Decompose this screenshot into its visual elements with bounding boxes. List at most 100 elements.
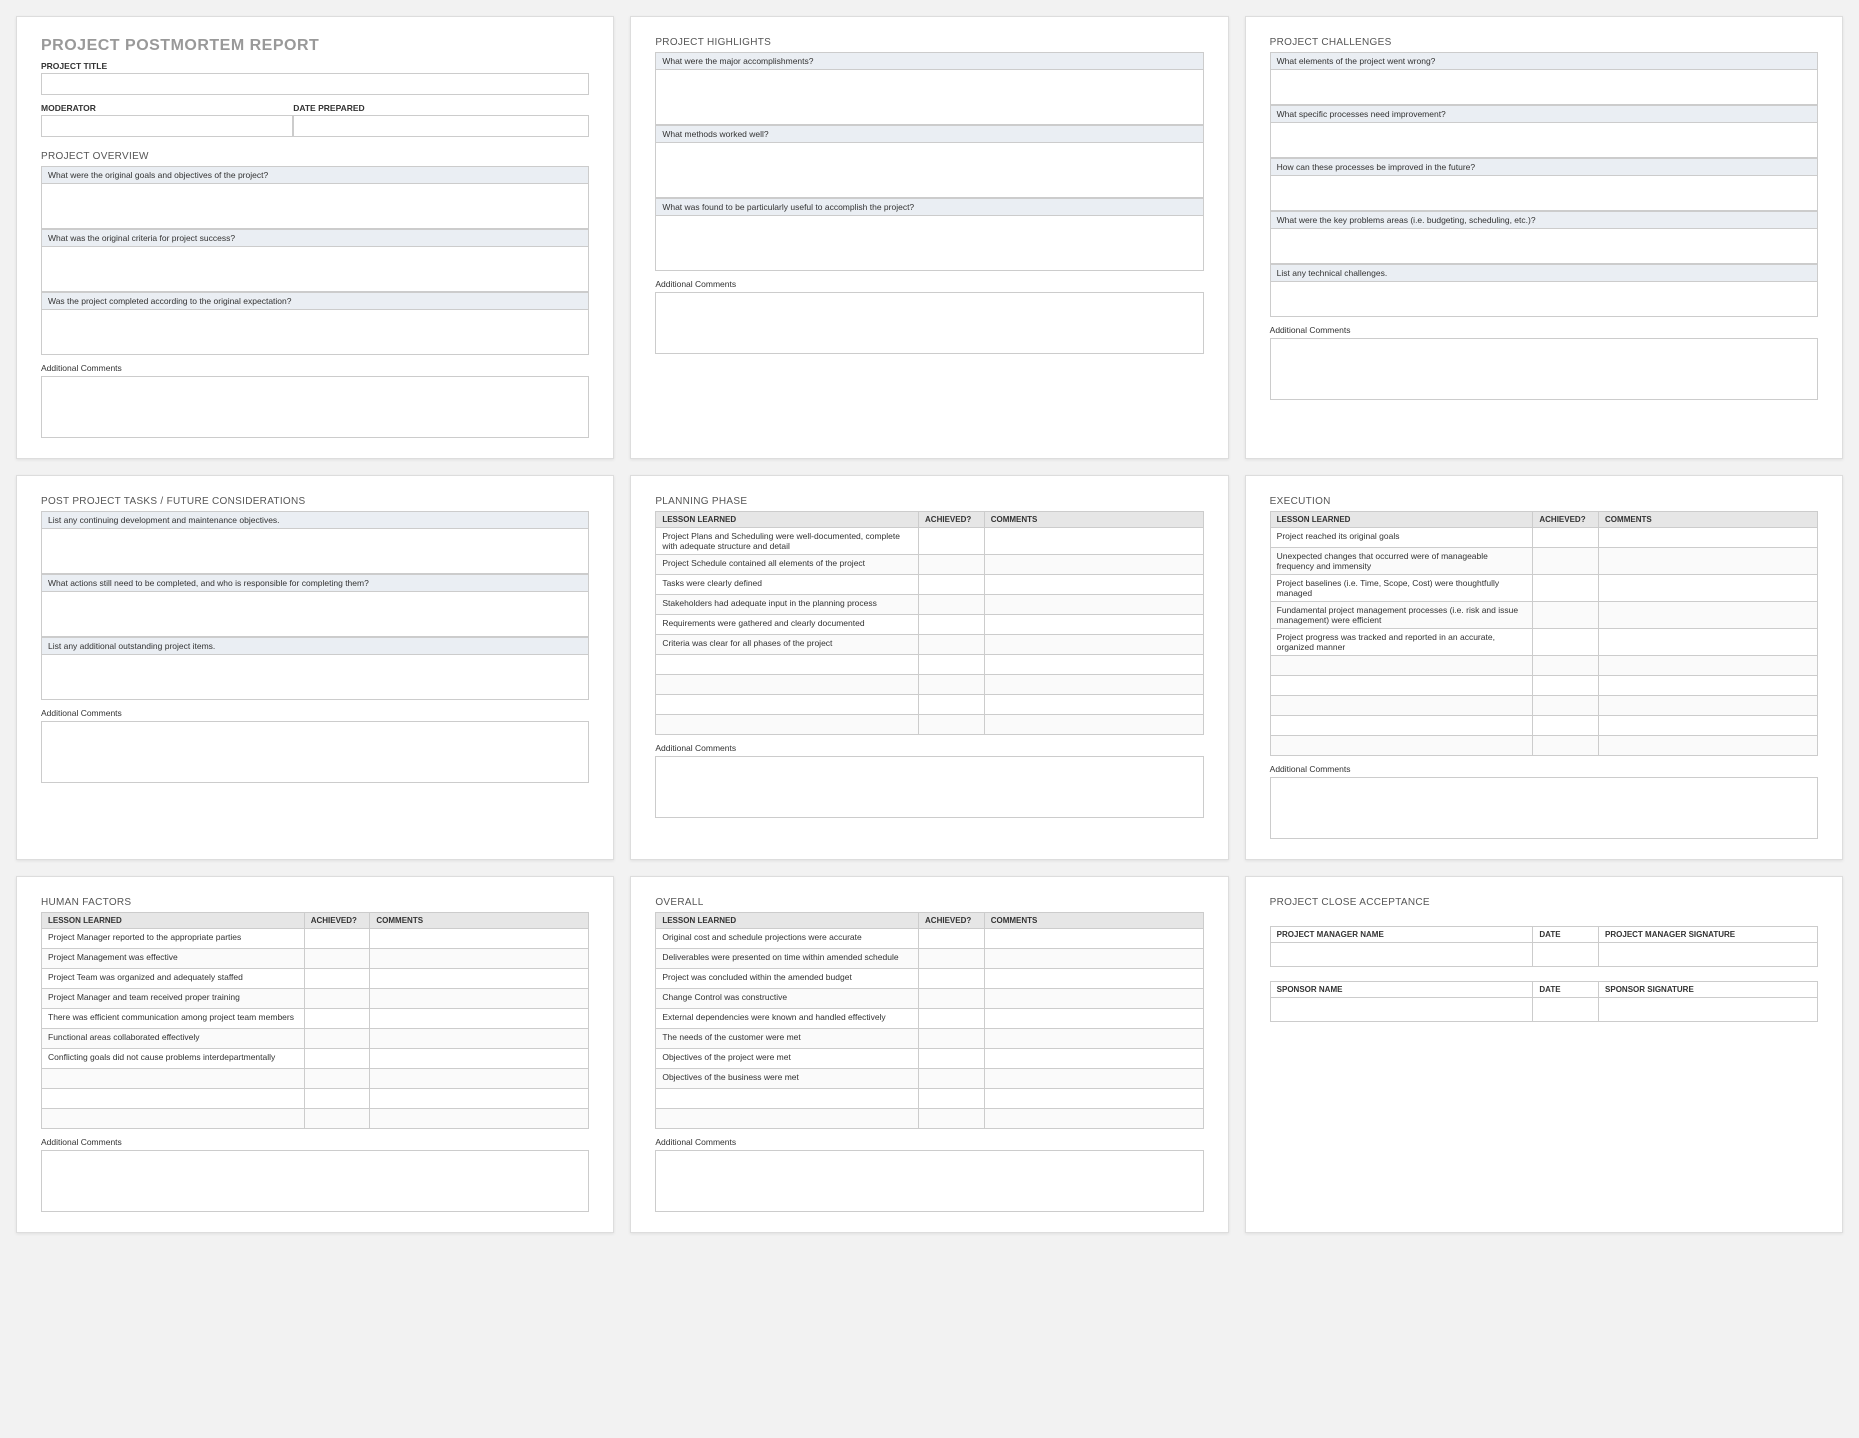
comments-cell[interactable]: [984, 555, 1203, 575]
overall-comments-body[interactable]: [655, 1150, 1203, 1212]
date-prepared-input[interactable]: [293, 115, 589, 137]
comments-cell[interactable]: [1599, 629, 1818, 656]
achieved-cell[interactable]: [1533, 676, 1599, 696]
achieved-cell[interactable]: [919, 1109, 985, 1129]
achieved-cell[interactable]: [1533, 575, 1599, 602]
achieved-cell[interactable]: [1533, 696, 1599, 716]
pm-name-input[interactable]: [1270, 943, 1533, 967]
achieved-cell[interactable]: [919, 989, 985, 1009]
comments-cell[interactable]: [984, 949, 1203, 969]
achieved-cell[interactable]: [919, 969, 985, 989]
comments-cell[interactable]: [984, 989, 1203, 1009]
comments-cell[interactable]: [984, 1049, 1203, 1069]
highlights-q3-body[interactable]: [655, 215, 1203, 271]
comments-cell[interactable]: [984, 929, 1203, 949]
comments-cell[interactable]: [1599, 575, 1818, 602]
execution-comments-body[interactable]: [1270, 777, 1818, 839]
comments-cell[interactable]: [984, 969, 1203, 989]
achieved-cell[interactable]: [919, 555, 985, 575]
postproject-q1-body[interactable]: [41, 528, 589, 574]
postproject-q3-body[interactable]: [41, 654, 589, 700]
comments-cell[interactable]: [370, 1109, 589, 1129]
achieved-cell[interactable]: [919, 635, 985, 655]
comments-cell[interactable]: [1599, 602, 1818, 629]
achieved-cell[interactable]: [1533, 548, 1599, 575]
achieved-cell[interactable]: [304, 929, 370, 949]
comments-cell[interactable]: [1599, 548, 1818, 575]
comments-cell[interactable]: [370, 989, 589, 1009]
achieved-cell[interactable]: [304, 1009, 370, 1029]
achieved-cell[interactable]: [1533, 656, 1599, 676]
comments-cell[interactable]: [370, 969, 589, 989]
comments-cell[interactable]: [370, 1049, 589, 1069]
pm-sig-input[interactable]: [1599, 943, 1818, 967]
achieved-cell[interactable]: [304, 949, 370, 969]
achieved-cell[interactable]: [919, 1069, 985, 1089]
overview-comments-body[interactable]: [41, 376, 589, 438]
achieved-cell[interactable]: [919, 528, 985, 555]
achieved-cell[interactable]: [304, 1049, 370, 1069]
challenges-q3-body[interactable]: [1270, 175, 1818, 211]
overview-q1-body[interactable]: [41, 183, 589, 229]
comments-cell[interactable]: [984, 615, 1203, 635]
comments-cell[interactable]: [984, 1089, 1203, 1109]
overview-q2-body[interactable]: [41, 246, 589, 292]
achieved-cell[interactable]: [919, 715, 985, 735]
achieved-cell[interactable]: [919, 1029, 985, 1049]
achieved-cell[interactable]: [304, 1109, 370, 1129]
postproject-comments-body[interactable]: [41, 721, 589, 783]
achieved-cell[interactable]: [919, 575, 985, 595]
comments-cell[interactable]: [370, 1009, 589, 1029]
achieved-cell[interactable]: [1533, 716, 1599, 736]
comments-cell[interactable]: [984, 1029, 1203, 1049]
comments-cell[interactable]: [984, 575, 1203, 595]
achieved-cell[interactable]: [919, 595, 985, 615]
moderator-input[interactable]: [41, 115, 293, 137]
comments-cell[interactable]: [370, 1029, 589, 1049]
sponsor-date-input[interactable]: [1533, 998, 1599, 1022]
overview-q3-body[interactable]: [41, 309, 589, 355]
comments-cell[interactable]: [370, 929, 589, 949]
comments-cell[interactable]: [1599, 716, 1818, 736]
comments-cell[interactable]: [370, 949, 589, 969]
comments-cell[interactable]: [984, 595, 1203, 615]
achieved-cell[interactable]: [304, 1029, 370, 1049]
comments-cell[interactable]: [984, 635, 1203, 655]
achieved-cell[interactable]: [919, 695, 985, 715]
challenges-comments-body[interactable]: [1270, 338, 1818, 400]
achieved-cell[interactable]: [919, 615, 985, 635]
pm-date-input[interactable]: [1533, 943, 1599, 967]
achieved-cell[interactable]: [304, 969, 370, 989]
comments-cell[interactable]: [1599, 736, 1818, 756]
comments-cell[interactable]: [370, 1069, 589, 1089]
achieved-cell[interactable]: [1533, 602, 1599, 629]
achieved-cell[interactable]: [1533, 736, 1599, 756]
comments-cell[interactable]: [984, 715, 1203, 735]
comments-cell[interactable]: [984, 1009, 1203, 1029]
human-comments-body[interactable]: [41, 1150, 589, 1212]
comments-cell[interactable]: [984, 655, 1203, 675]
achieved-cell[interactable]: [919, 675, 985, 695]
achieved-cell[interactable]: [1533, 629, 1599, 656]
sponsor-name-input[interactable]: [1270, 998, 1533, 1022]
sponsor-sig-input[interactable]: [1599, 998, 1818, 1022]
comments-cell[interactable]: [984, 1109, 1203, 1129]
achieved-cell[interactable]: [304, 1069, 370, 1089]
achieved-cell[interactable]: [304, 989, 370, 1009]
achieved-cell[interactable]: [1533, 528, 1599, 548]
comments-cell[interactable]: [370, 1089, 589, 1109]
challenges-q1-body[interactable]: [1270, 69, 1818, 105]
challenges-q5-body[interactable]: [1270, 281, 1818, 317]
comments-cell[interactable]: [1599, 676, 1818, 696]
project-title-input[interactable]: [41, 73, 589, 95]
comments-cell[interactable]: [1599, 528, 1818, 548]
achieved-cell[interactable]: [919, 1009, 985, 1029]
achieved-cell[interactable]: [919, 1049, 985, 1069]
achieved-cell[interactable]: [919, 1089, 985, 1109]
highlights-q2-body[interactable]: [655, 142, 1203, 198]
achieved-cell[interactable]: [919, 929, 985, 949]
achieved-cell[interactable]: [304, 1089, 370, 1109]
challenges-q4-body[interactable]: [1270, 228, 1818, 264]
comments-cell[interactable]: [984, 1069, 1203, 1089]
achieved-cell[interactable]: [919, 655, 985, 675]
